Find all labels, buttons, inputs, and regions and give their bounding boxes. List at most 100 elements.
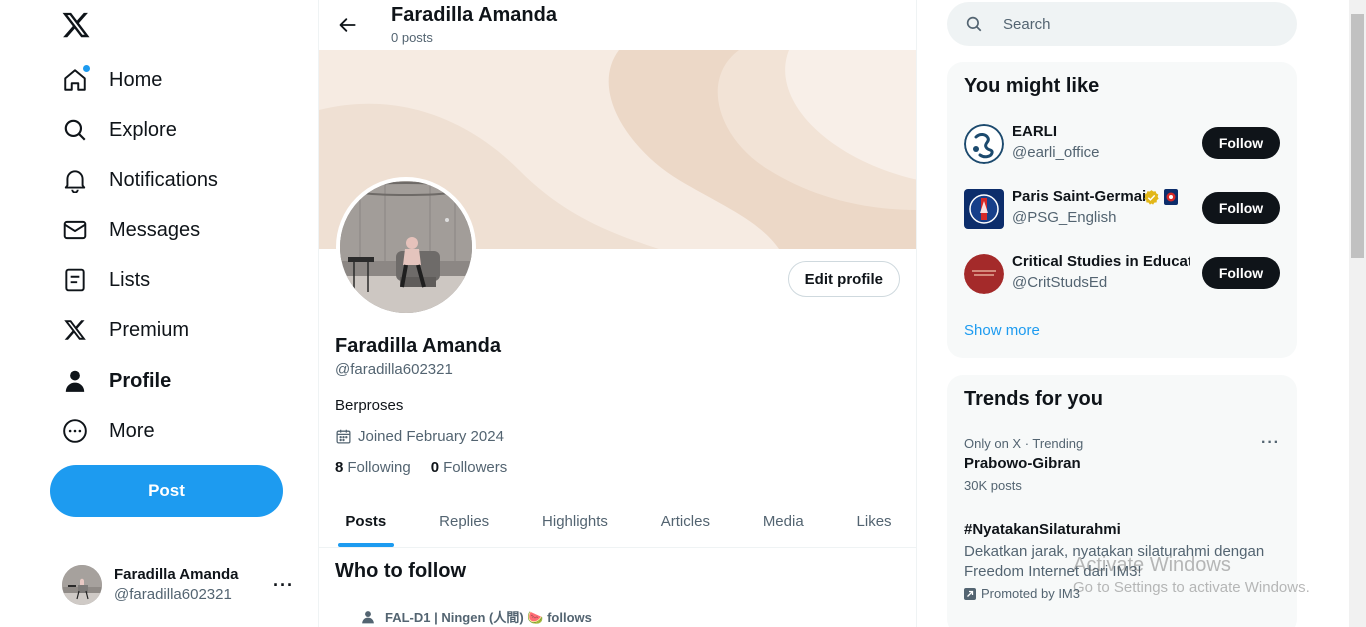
suggestion-name-text: Paris Saint-Germain — [1012, 188, 1156, 205]
suggestion-name: Critical Studies in Education — [1012, 253, 1190, 270]
profile-bio: Berproses — [335, 397, 404, 414]
nav-more[interactable]: More — [50, 408, 155, 454]
profile-tabs: Posts Replies Highlights Articles Media … — [319, 495, 916, 548]
follow-button[interactable]: Follow — [1202, 127, 1280, 159]
page-scrollbar[interactable] — [1349, 0, 1366, 627]
tab-label: Highlights — [542, 512, 608, 530]
home-icon — [62, 65, 90, 93]
tab-label: Likes — [856, 512, 892, 530]
follows-context: FAL-D1 | Ningen (人間) 🍉 follows — [361, 607, 592, 626]
follows-context-text: FAL-D1 | Ningen (人間) 🍉 follows — [385, 610, 592, 625]
you-might-like-title: You might like — [964, 75, 1100, 97]
affiliate-badge-icon — [1164, 189, 1178, 210]
critstudsed-avatar — [964, 254, 1004, 294]
nav-premium[interactable]: Premium — [50, 307, 189, 353]
suggestion-name: EARLI — [1012, 123, 1190, 140]
nav-label-messages: Messages — [109, 218, 201, 241]
suggestion-name-text: Critical Studies in Education — [1012, 253, 1190, 270]
following-link[interactable]: 8 Following — [335, 459, 411, 476]
suggestion-psg[interactable]: Paris Saint-Germain @PSG_English Follow — [947, 177, 1297, 242]
search-input[interactable] — [1003, 15, 1283, 33]
profile-column: Faradilla Amanda 0 posts Edit profile Fa… — [318, 0, 917, 627]
verified-badge-icon — [1143, 189, 1160, 211]
search-icon — [966, 16, 982, 32]
tab-label: Articles — [660, 512, 710, 530]
promoted-text: Promoted by IM3 — [981, 586, 1080, 601]
profile-header-bar: Faradilla Amanda 0 posts — [319, 0, 916, 50]
calendar-icon — [336, 429, 351, 444]
post-button[interactable]: Post — [50, 465, 283, 517]
tab-active-indicator — [337, 543, 394, 547]
profile-stats: 8 Following 0 Followers — [335, 459, 507, 476]
more-icon[interactable]: ··· — [1261, 434, 1280, 452]
suggestion-handle: @earli_office — [1012, 144, 1100, 161]
person-icon — [62, 368, 88, 394]
back-arrow-icon[interactable] — [331, 8, 365, 42]
tab-label: Replies — [439, 512, 490, 530]
account-handle: @faradilla602321 — [114, 586, 232, 603]
nav-explore[interactable]: Explore — [50, 107, 177, 153]
more-icon[interactable]: ··· — [273, 575, 294, 596]
x-logo-icon — [62, 317, 88, 343]
more-circle-icon — [62, 418, 88, 444]
right-sidebar: You might like EARLI @earli_office Follo… — [917, 0, 1349, 627]
envelope-icon — [62, 217, 88, 243]
who-to-follow-title: Who to follow — [335, 560, 467, 582]
trend-item[interactable]: Only on X · Trending Prabowo-Gibran 30K … — [947, 431, 1297, 501]
you-might-like-card: You might like EARLI @earli_office Follo… — [947, 62, 1297, 358]
search-bar[interactable] — [947, 2, 1297, 46]
trend-name: #NyatakanSilaturahmi — [964, 521, 1121, 538]
nav-lists[interactable]: Lists — [50, 257, 150, 303]
avatar — [62, 565, 102, 605]
nav-label-profile: Profile — [109, 369, 172, 392]
profile-joined: Joined February 2024 — [335, 428, 504, 445]
trend-meta: Only on X · Trending — [964, 436, 1084, 451]
suggestion-critstudsed[interactable]: Critical Studies in Education @CritStuds… — [947, 242, 1297, 307]
tab-highlights[interactable]: Highlights — [516, 495, 635, 547]
nav-label-home: Home — [109, 68, 163, 91]
nav-label-more: More — [109, 419, 155, 442]
tab-articles[interactable]: Articles — [634, 495, 736, 547]
tab-likes[interactable]: Likes — [830, 495, 916, 547]
nav-label-explore: Explore — [109, 118, 177, 141]
nav-home[interactable]: Home — [50, 57, 162, 103]
tab-replies[interactable]: Replies — [413, 495, 516, 547]
nav-messages[interactable]: Messages — [50, 207, 200, 253]
show-more-link[interactable]: Show more — [964, 322, 1040, 339]
suggestion-name-text: EARLI — [1012, 123, 1057, 140]
following-label: Following — [347, 459, 411, 476]
follow-button[interactable]: Follow — [1202, 192, 1280, 224]
trends-title: Trends for you — [964, 388, 1103, 410]
tab-posts[interactable]: Posts — [319, 495, 413, 547]
promoted-trend-item[interactable]: #NyatakanSilaturahmi Dekatkan jarak, nya… — [947, 519, 1297, 627]
x-logo-icon[interactable] — [61, 10, 91, 40]
joined-text: Joined February 2024 — [358, 428, 504, 445]
profile-avatar[interactable] — [336, 177, 476, 317]
followers-count: 0 — [430, 459, 440, 476]
profile-handle: @faradilla602321 — [335, 361, 453, 378]
tab-label: Posts — [345, 512, 387, 530]
nav-notifications[interactable]: Notifications — [50, 157, 218, 203]
followers-link[interactable]: 0 Followers — [431, 459, 508, 476]
scrollbar-thumb[interactable] — [1351, 14, 1364, 258]
account-switcher[interactable]: Faradilla Amanda @faradilla602321 ··· — [50, 557, 306, 613]
psg-avatar — [964, 189, 1004, 229]
trend-name: Prabowo-Gibran — [964, 455, 1081, 472]
tab-media[interactable]: Media — [736, 495, 830, 547]
edit-profile-button[interactable]: Edit profile — [787, 261, 900, 297]
promoted-icon — [964, 587, 976, 600]
nav-label-lists: Lists — [109, 268, 151, 291]
left-sidebar: Home Explore Notifications Messages List… — [0, 0, 318, 627]
promoted-label: Promoted by IM3 — [964, 586, 1080, 601]
suggestion-earli[interactable]: EARLI @earli_office Follow — [947, 112, 1297, 177]
follow-button[interactable]: Follow — [1202, 257, 1280, 289]
bell-icon — [62, 167, 88, 193]
notification-dot — [83, 65, 90, 72]
suggestion-handle: @CritStudsEd — [1012, 274, 1108, 291]
followers-label: Followers — [443, 459, 508, 476]
nav-profile[interactable]: Profile — [50, 358, 171, 404]
nav-label-premium: Premium — [109, 318, 190, 341]
account-name: Faradilla Amanda — [114, 566, 239, 583]
search-icon — [62, 117, 88, 143]
header-name: Faradilla Amanda — [391, 4, 557, 26]
